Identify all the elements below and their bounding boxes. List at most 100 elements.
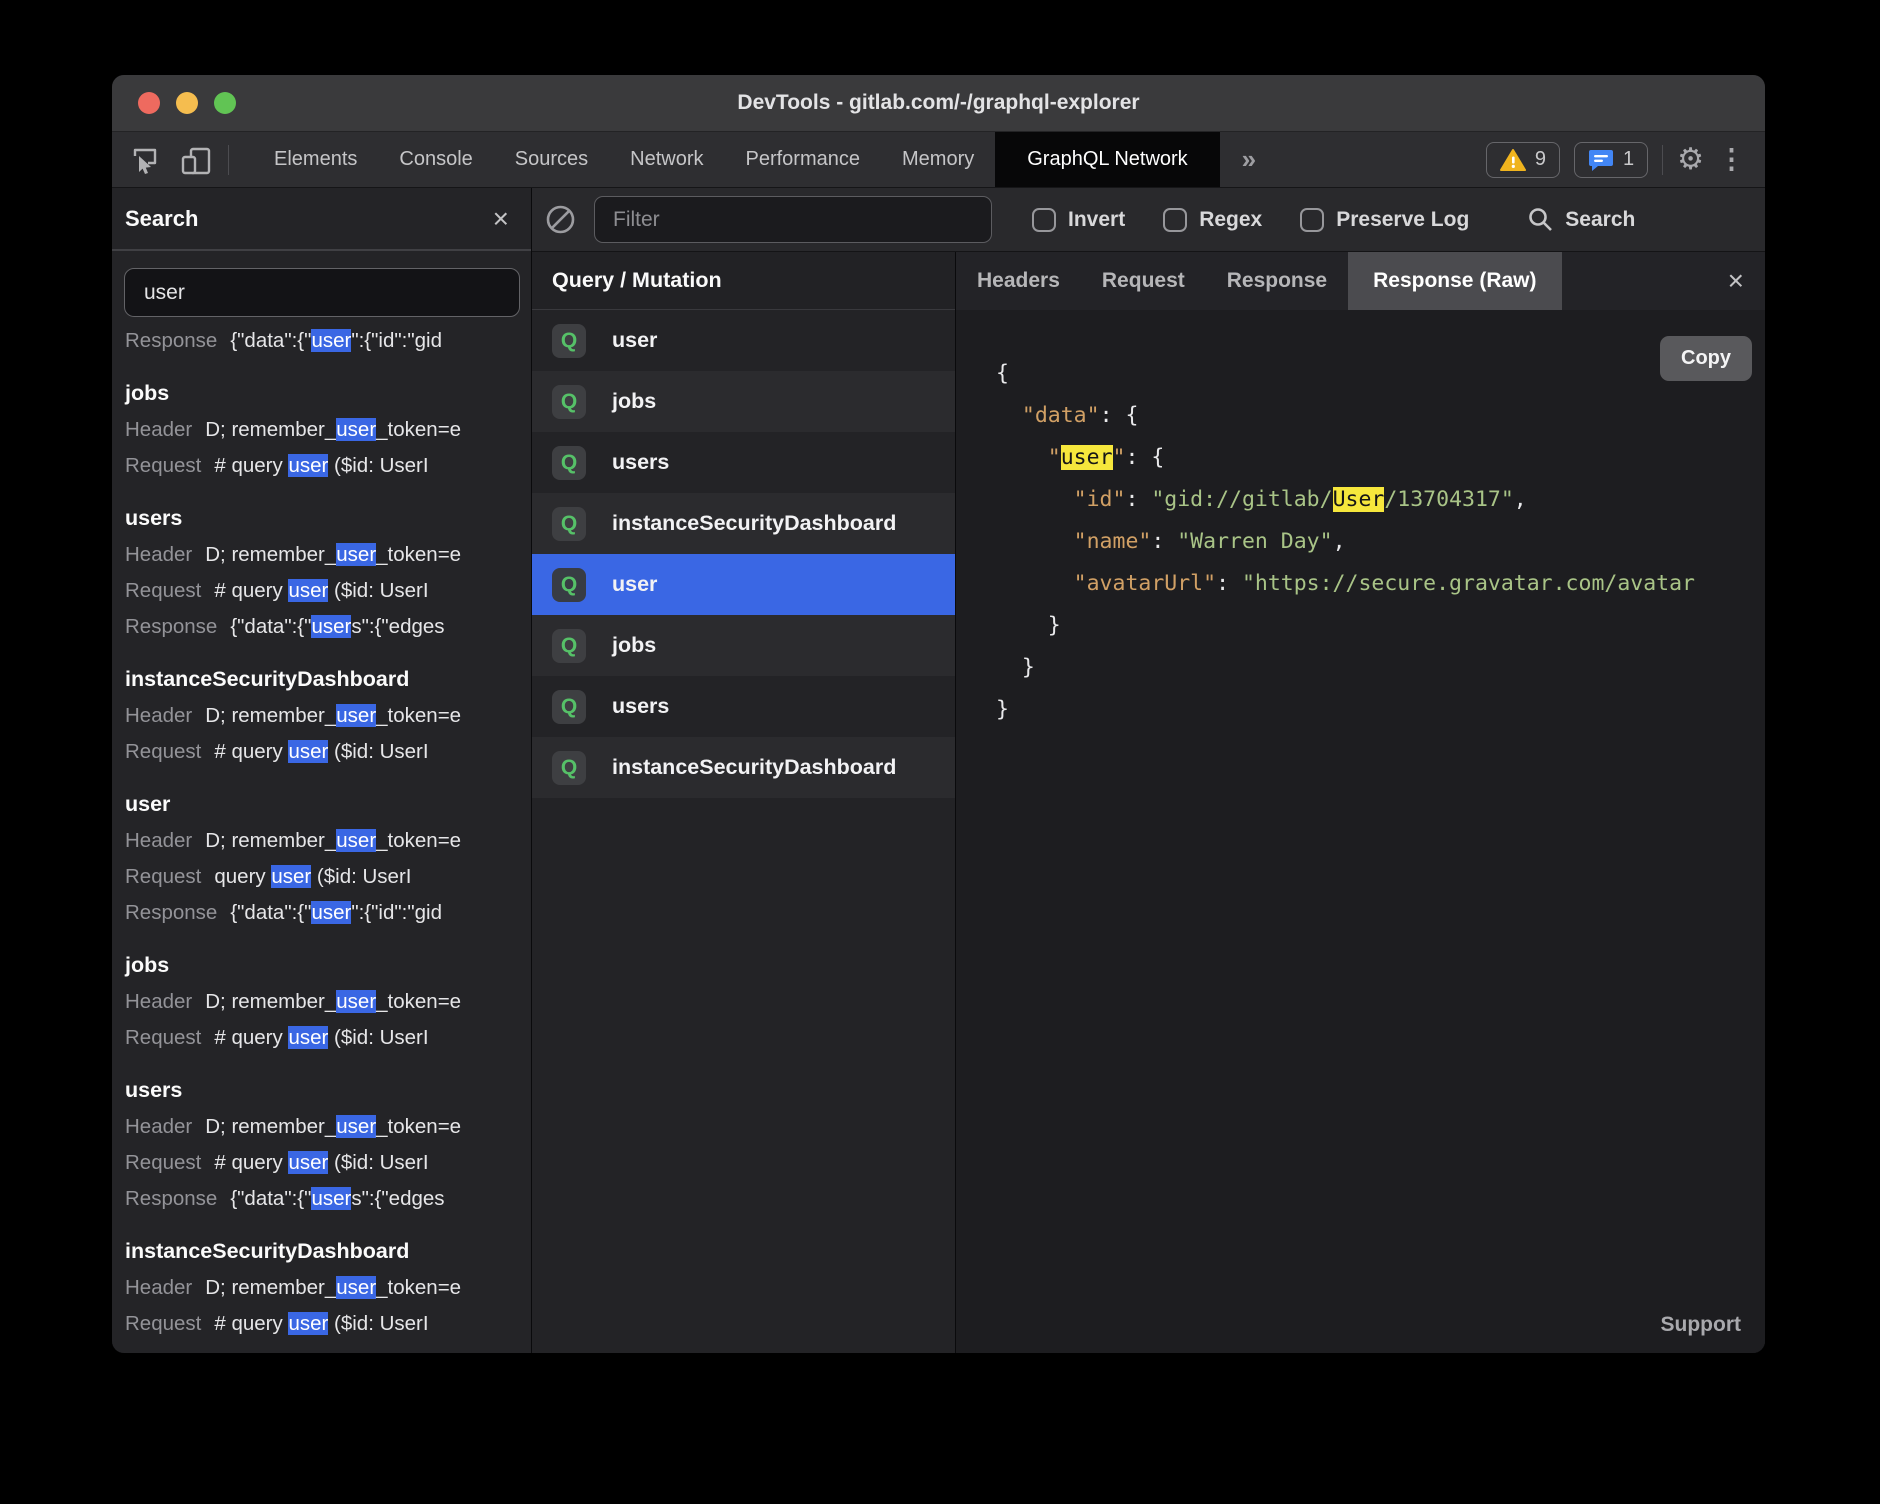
search-result-line[interactable]: Response{"data":{"users":{"edges [125, 1181, 521, 1217]
search-result-group-title[interactable]: user [125, 785, 521, 823]
search-result-line[interactable]: HeaderD; remember_user_token=e [125, 537, 521, 573]
search-result-line[interactable]: HeaderD; remember_user_token=e [125, 823, 521, 859]
search-result-line-value: D; remember_user_token=e [205, 704, 461, 727]
checkbox-label: Invert [1068, 208, 1125, 232]
search-result-line[interactable]: Response{"data":{"user":{"id":"gid [125, 329, 442, 359]
maximize-window-button[interactable] [214, 92, 236, 114]
query-row[interactable]: Q instanceSecurityDashboard [532, 737, 955, 798]
devtools-tab[interactable]: Console [378, 132, 493, 187]
query-list-title: Query / Mutation [532, 252, 955, 310]
search-result-line-label: Request [125, 740, 201, 763]
more-tabs-icon[interactable]: » [1220, 132, 1278, 187]
query-row[interactable]: Q user [532, 554, 955, 615]
search-result-line[interactable]: Requestquery user ($id: UserI [125, 859, 521, 895]
search-result-group-title[interactable]: jobs [125, 374, 521, 412]
json-line: "avatarUrl": "https://secure.gravatar.co… [996, 563, 1765, 605]
search-result-group: jobs HeaderD; remember_user_token=e Requ… [125, 374, 521, 484]
message-count: 1 [1623, 148, 1634, 171]
checkbox-box[interactable] [1032, 208, 1056, 232]
close-detail-icon[interactable]: × [1728, 267, 1765, 295]
search-result-line[interactable]: Header D; remember_user_token=e [125, 984, 521, 1020]
kebab-menu-icon[interactable]: ⋮ [1718, 146, 1745, 173]
search-result-line[interactable]: Request# query user ($id: UserI [125, 1020, 521, 1056]
toolbar-separator [228, 145, 229, 175]
search-result-line[interactable]: Response{"data":{"users":{"edges [125, 609, 521, 645]
search-result-line[interactable]: Response{"data":{"user":{"id":"gid [125, 895, 521, 931]
close-search-icon[interactable]: × [493, 205, 509, 233]
tab-graphql-network[interactable]: GraphQL Network [995, 132, 1219, 187]
devtools-tab[interactable]: Elements [253, 132, 378, 187]
panel-search-toggle[interactable]: Search [1527, 206, 1635, 233]
devtools-tab[interactable]: Performance [725, 132, 882, 187]
search-results: Response{"data":{"user":{"id":"gid jobs … [112, 329, 531, 1353]
search-result-line[interactable]: Request# query user ($id: UserI [125, 1145, 521, 1181]
search-result-line[interactable]: HeaderD; remember_user_token=e [125, 1270, 521, 1306]
minimize-window-button[interactable] [176, 92, 198, 114]
checkbox-label: Regex [1199, 208, 1262, 232]
detail-tab[interactable]: Headers [956, 252, 1081, 310]
search-panel-title: Search [125, 206, 198, 232]
search-result-line-value: D; remember_user_token=e [205, 990, 461, 1013]
query-row[interactable]: Q users [532, 676, 955, 737]
search-result-group: users HeaderD; remember_user_token=e Req… [125, 499, 521, 645]
search-result-line-label: Request [125, 454, 201, 477]
query-badge: Q [552, 629, 586, 663]
search-result-group-title[interactable]: jobs [125, 946, 521, 984]
clear-filter-icon[interactable] [545, 204, 576, 235]
search-result-line-label: Header [125, 990, 192, 1013]
query-row[interactable]: Q jobs [532, 371, 955, 432]
search-result-line[interactable]: HeaderD; remember_user_token=e [125, 412, 521, 448]
search-result-line-label: Header [125, 1115, 192, 1138]
devtools-tab[interactable]: Sources [494, 132, 609, 187]
devtools-tab[interactable]: Memory [881, 132, 995, 187]
search-result-group: users HeaderD; remember_user_token=e Req… [125, 1071, 521, 1217]
search-result-line-value: # query user ($id: UserI [214, 454, 428, 477]
json-line: { [996, 353, 1765, 395]
search-result-line-label: Request [125, 1026, 201, 1049]
detail-tab[interactable]: Request [1081, 252, 1206, 310]
query-row[interactable]: Q instanceSecurityDashboard [532, 493, 955, 554]
query-row-label: instanceSecurityDashboard [612, 755, 896, 780]
filter-checkbox[interactable]: Regex [1163, 208, 1262, 232]
checkbox-box[interactable] [1300, 208, 1324, 232]
search-result-group-title[interactable]: users [125, 499, 521, 537]
support-link[interactable]: Support [1661, 1313, 1741, 1337]
filter-input[interactable] [594, 196, 992, 243]
filter-checkbox[interactable]: Invert [1032, 208, 1125, 232]
query-row[interactable]: Q jobs [532, 615, 955, 676]
search-result-group-title[interactable]: instanceSecurityDashboard [125, 660, 521, 698]
search-result-line-value: # query user ($id: UserI [214, 1312, 428, 1335]
detail-panel: HeadersRequestResponseResponse (Raw) × {… [956, 252, 1765, 1353]
warnings-badge[interactable]: 9 [1486, 142, 1560, 178]
copy-button[interactable]: Copy [1660, 336, 1752, 381]
search-result-line[interactable]: Request# query user ($id: UserI [125, 573, 521, 609]
search-result-line[interactable]: HeaderD; remember_user_token=e [125, 698, 521, 734]
search-result-line-value: {"data":{"users":{"edges [230, 1187, 444, 1210]
checkbox-box[interactable] [1163, 208, 1187, 232]
search-result-group-title[interactable]: users [125, 1071, 521, 1109]
search-result-line[interactable]: Request# query user ($id: UserI [125, 734, 521, 770]
titlebar: DevTools - gitlab.com/-/graphql-explorer [112, 75, 1765, 132]
query-row[interactable]: Q user [532, 310, 955, 371]
search-result-line[interactable]: Request # query user ($id: UserI [125, 448, 521, 484]
search-result-group: instanceSecurityDashboard HeaderD; remem… [125, 660, 521, 770]
json-line: } [996, 689, 1765, 731]
devtools-tab[interactable]: Network [609, 132, 724, 187]
search-result-line[interactable]: Request# query user ($id: UserI [125, 1306, 521, 1342]
search-result-line-value: # query user ($id: UserI [214, 579, 428, 602]
search-result-line[interactable]: HeaderD; remember_user_token=e [125, 1109, 521, 1145]
filter-checkbox[interactable]: Preserve Log [1300, 208, 1469, 232]
close-window-button[interactable] [138, 92, 160, 114]
search-input[interactable] [124, 268, 520, 317]
search-result-group-title[interactable]: instanceSecurityDashboard [125, 1232, 521, 1270]
detail-tab[interactable]: Response (Raw) [1348, 252, 1561, 310]
device-toolbar-icon[interactable] [178, 142, 214, 178]
messages-badge[interactable]: 1 [1574, 142, 1648, 178]
query-row[interactable]: Q users [532, 432, 955, 493]
inspect-element-icon[interactable] [128, 142, 164, 178]
search-panel: Search × Response{"data":{"user":{"id":"… [112, 188, 531, 1353]
detail-tab[interactable]: Response [1206, 252, 1348, 310]
search-result-line-value: D; remember_user_token=e [205, 543, 461, 566]
settings-gear-icon[interactable]: ⚙ [1677, 145, 1704, 175]
traffic-lights [138, 75, 236, 131]
